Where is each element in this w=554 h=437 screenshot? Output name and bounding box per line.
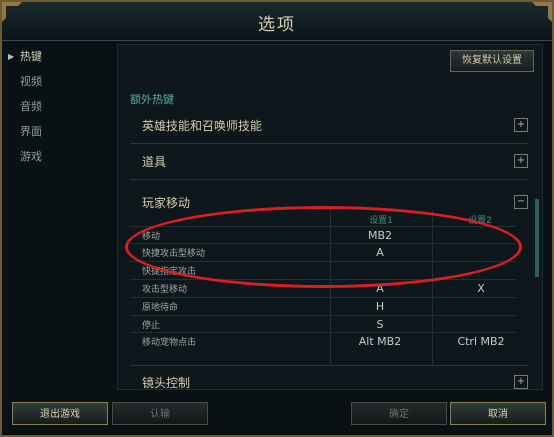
options-window: 选项 ▶ 热键 视频 音频 界面 游戏 恢复默认设置 额外热键 英雄技能和召唤师… — [0, 0, 554, 437]
hotkey-set1-cell[interactable]: Alt MB2 — [330, 335, 430, 348]
section-title: 玩家移动 — [142, 196, 191, 210]
exit-game-button[interactable]: 退出游戏 — [12, 402, 108, 425]
sidebar-item-label: 游戏 — [20, 150, 42, 163]
sidebar-item-label: 音频 — [20, 100, 42, 113]
title-bar: 选项 — [2, 2, 552, 41]
scroll-thumb[interactable] — [535, 199, 539, 277]
sidebar-item-label: 视频 — [20, 75, 42, 88]
scrollbar[interactable] — [534, 81, 540, 381]
hotkey-label: 攻击型移动 — [142, 285, 188, 295]
collapse-icon[interactable]: − — [514, 195, 528, 209]
chevron-right-icon: ▶ — [8, 52, 15, 61]
group-title: 额外热键 — [130, 93, 174, 106]
surrender-button[interactable]: 认输 — [112, 402, 208, 425]
window-title: 选项 — [258, 15, 296, 35]
sidebar-item-video[interactable]: 视频 — [6, 69, 114, 94]
sidebar-item-audio[interactable]: 音频 — [6, 94, 114, 119]
hotkey-label: 原地待命 — [142, 303, 179, 313]
restore-defaults-button[interactable]: 恢复默认设置 — [450, 50, 534, 72]
sidebar-item-game[interactable]: 游戏 — [6, 144, 114, 169]
ornament-icon — [532, 2, 552, 22]
highlight-ellipse — [125, 206, 522, 288]
expand-icon[interactable]: + — [514, 118, 528, 132]
hotkey-row-stop[interactable]: 停止 S — [130, 315, 516, 333]
expand-icon[interactable]: + — [514, 154, 528, 168]
hotkey-label: 移动宠物点击 — [142, 338, 197, 348]
sidebar-item-label: 热键 — [20, 50, 42, 63]
section-title: 镜头控制 — [142, 376, 191, 390]
hotkey-set2-cell[interactable]: Ctrl MB2 — [432, 335, 530, 348]
cancel-button[interactable]: 取消 — [450, 402, 546, 425]
hotkey-set1-cell[interactable]: H — [330, 300, 430, 313]
section-items[interactable]: 道具 + — [130, 145, 528, 180]
section-title: 道具 — [142, 155, 167, 169]
hotkey-set1-cell[interactable]: S — [330, 318, 430, 331]
section-champion-abilities[interactable]: 英雄技能和召唤师技能 + — [130, 109, 528, 144]
expand-icon[interactable]: + — [514, 375, 528, 389]
hotkey-label: 停止 — [142, 321, 161, 331]
section-camera-control[interactable]: 镜头控制 + — [130, 365, 528, 390]
sidebar-item-label: 界面 — [20, 125, 42, 138]
ok-button[interactable]: 确定 — [351, 402, 447, 425]
sidebar-item-interface[interactable]: 界面 — [6, 119, 114, 144]
hotkey-set2-cell[interactable]: X — [432, 282, 530, 295]
section-title: 英雄技能和召唤师技能 — [142, 119, 263, 133]
sidebar: ▶ 热键 视频 音频 界面 游戏 — [6, 44, 114, 389]
sidebar-item-hotkeys[interactable]: ▶ 热键 — [6, 44, 114, 69]
hotkey-row-move-pet-click[interactable]: 移动宠物点击 Alt MB2 Ctrl MB2 — [130, 332, 516, 350]
button-bar: 退出游戏 认输 确定 取消 — [2, 396, 552, 435]
hotkey-row-hold[interactable]: 原地待命 H — [130, 297, 516, 315]
